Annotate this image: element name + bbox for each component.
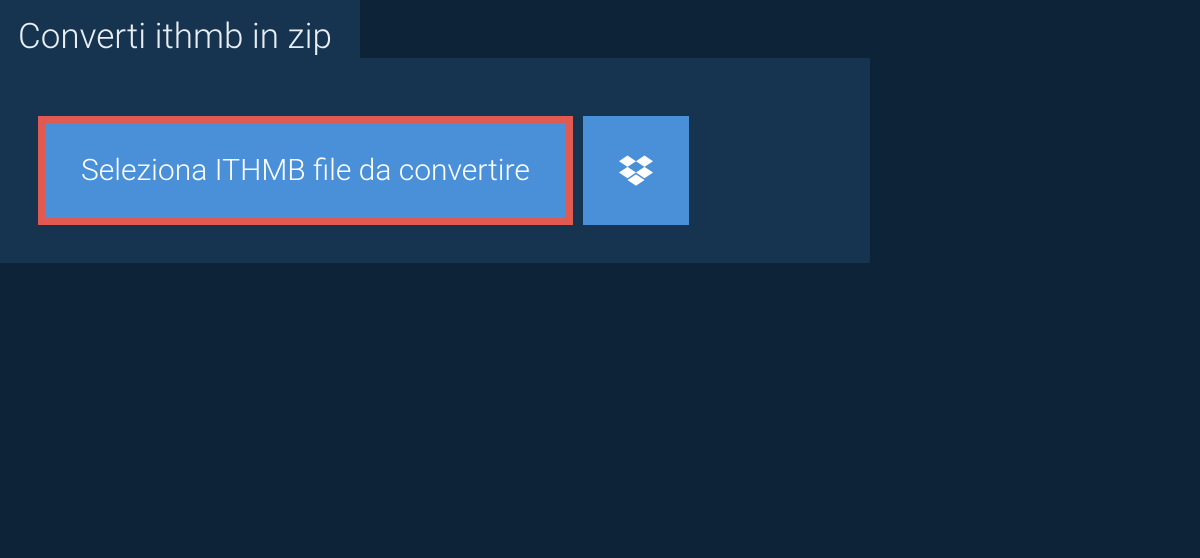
select-file-button[interactable]: Seleziona ITHMB file da convertire — [38, 116, 573, 225]
dropbox-icon — [619, 152, 653, 190]
upload-button-row: Seleziona ITHMB file da convertire — [0, 116, 870, 225]
tab-converter[interactable]: Converti ithmb in zip — [0, 0, 360, 75]
dropbox-upload-button[interactable] — [583, 116, 689, 225]
converter-panel: Seleziona ITHMB file da convertire — [0, 58, 870, 263]
select-file-label: Seleziona ITHMB file da convertire — [81, 153, 530, 188]
tab-label-text: Converti ithmb in zip — [18, 16, 332, 57]
